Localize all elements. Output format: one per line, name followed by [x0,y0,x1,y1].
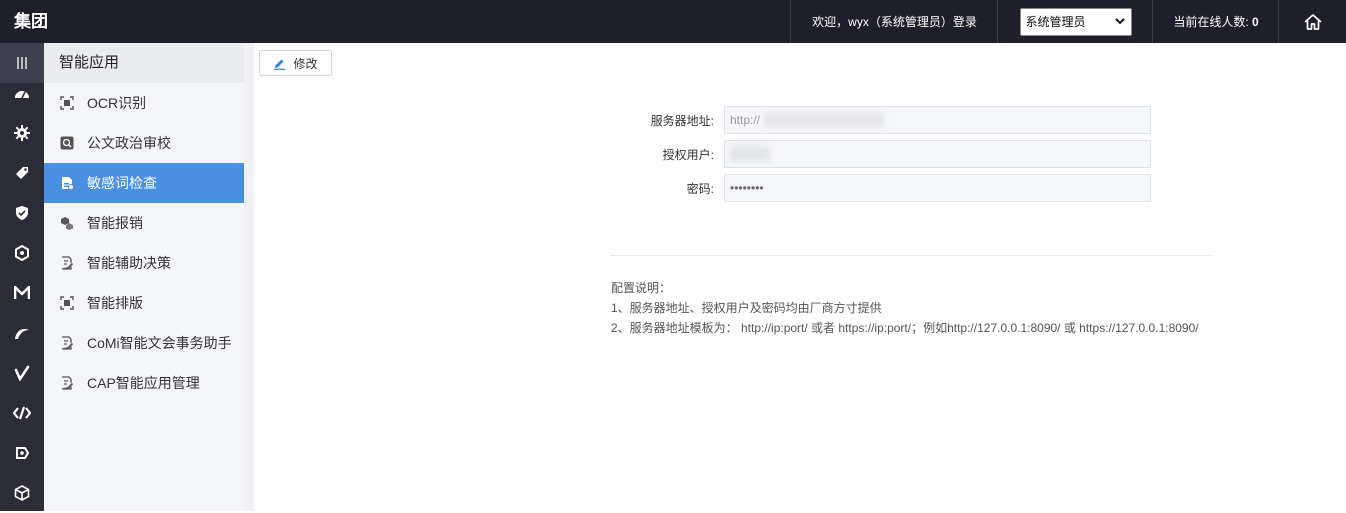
m-logo-icon[interactable] [0,273,44,313]
auth-user-label: 授权用户: [662,147,714,162]
sidebar-item-reimbursement[interactable]: 智能报销 [44,203,244,243]
sidebar-item-sensitive-words[interactable]: 敏感词检查 [44,163,244,203]
sidebar-item-political-review[interactable]: 公文政治审校 [44,123,244,163]
chevron-down-icon [1114,18,1125,25]
sidebar-item-label: 智能辅助决策 [87,255,171,271]
notes-line-1: 1、服务器地址、授权用户及密码均由厂商方寸提供 [611,301,882,315]
cubes-icon [59,215,75,231]
welcome-text: 欢迎，wyx（系统管理员）登录 [790,0,998,43]
sidebar-item-typesetting[interactable]: 智能排版 [44,283,244,323]
sidebar-item-comi-assistant[interactable]: CoMi智能文会事务助手 [44,323,244,363]
sidebar-item-decision-support[interactable]: 智能辅助决策 [44,243,244,283]
scan-icon [59,95,75,111]
role-section: 系统管理员 [997,0,1153,43]
swoosh-icon[interactable] [0,313,44,353]
sidebar-item-label: CoMi智能文会事务助手 [87,335,232,351]
edit-button[interactable]: 修改 [259,50,332,76]
sensitive-doc-icon [59,175,75,191]
password-input[interactable]: •••••••• [724,174,1151,202]
search-doc-icon [59,135,75,151]
role-select[interactable]: 系统管理员 [1019,7,1132,36]
role-select-value: 系统管理员 [1025,15,1086,29]
gear-icon[interactable] [0,113,44,153]
server-address-value: http:// [730,113,761,127]
hexagon-icon[interactable] [0,233,44,273]
notes-title: 配置说明： [611,281,672,295]
server-address-label: 服务器地址: [650,113,714,128]
chip-icon[interactable] [0,433,44,473]
server-address-input[interactable]: http:// [724,106,1151,134]
pencil-icon [274,59,286,70]
panel-gutter [244,43,254,511]
online-count: 当前在线人数: 0 [1152,0,1279,43]
top-bar: 集团 欢迎，wyx（系统管理员）登录 系统管理员 当前在线人数: 0 [0,0,1346,43]
sidebar-item-label: 敏感词检查 [87,175,157,191]
edit-button-label: 修改 [293,56,318,71]
code-icon[interactable] [0,393,44,433]
online-number: 0 [1252,14,1259,29]
sidebar-item-label: 智能报销 [87,215,143,231]
brand-title: 集团 [14,12,48,31]
sidebar-item-ocr[interactable]: OCR识别 [44,83,244,123]
section-divider [610,255,1211,256]
password-row: 密码: •••••••• [600,174,1151,202]
sidebar-item-label: CAP智能应用管理 [87,375,200,391]
sidebar-item-label: 智能排版 [87,295,143,311]
tag-icon[interactable] [0,153,44,193]
home-button[interactable] [1278,0,1346,43]
password-value: •••••••• [730,181,764,195]
sidebar-item-label: OCR识别 [87,95,147,111]
password-label: 密码: [686,181,714,196]
redacted-block [730,147,770,161]
cube-icon[interactable] [0,473,44,513]
sidebar-item-label: 公文政治审校 [87,135,171,151]
home-icon [1304,13,1322,30]
online-label: 当前在线人数: [1173,15,1249,29]
notes-line-2: 2、服务器地址模板为： http://ip:port/ 或者 https://i… [611,321,1199,335]
doc-edit-icon [59,375,75,391]
sidebar: 智能应用 OCR识别 公文政治审校 敏感词检查 智能报销 智能辅助决策 智能排版… [44,43,244,511]
scan-icon [59,295,75,311]
doc-edit-icon [59,255,75,271]
sidebar-title: 智能应用 [44,43,244,83]
icon-rail [0,43,44,511]
server-address-row: 服务器地址: http:// [600,106,1151,134]
auth-user-input[interactable] [724,140,1151,168]
v-check-icon[interactable] [0,353,44,393]
doc-edit-icon [59,335,75,351]
sidebar-item-cap-management[interactable]: CAP智能应用管理 [44,363,244,403]
dashboard-icon[interactable] [0,73,44,113]
auth-user-row: 授权用户: [600,140,1151,168]
redacted-block [764,113,885,127]
shield-icon[interactable] [0,193,44,233]
